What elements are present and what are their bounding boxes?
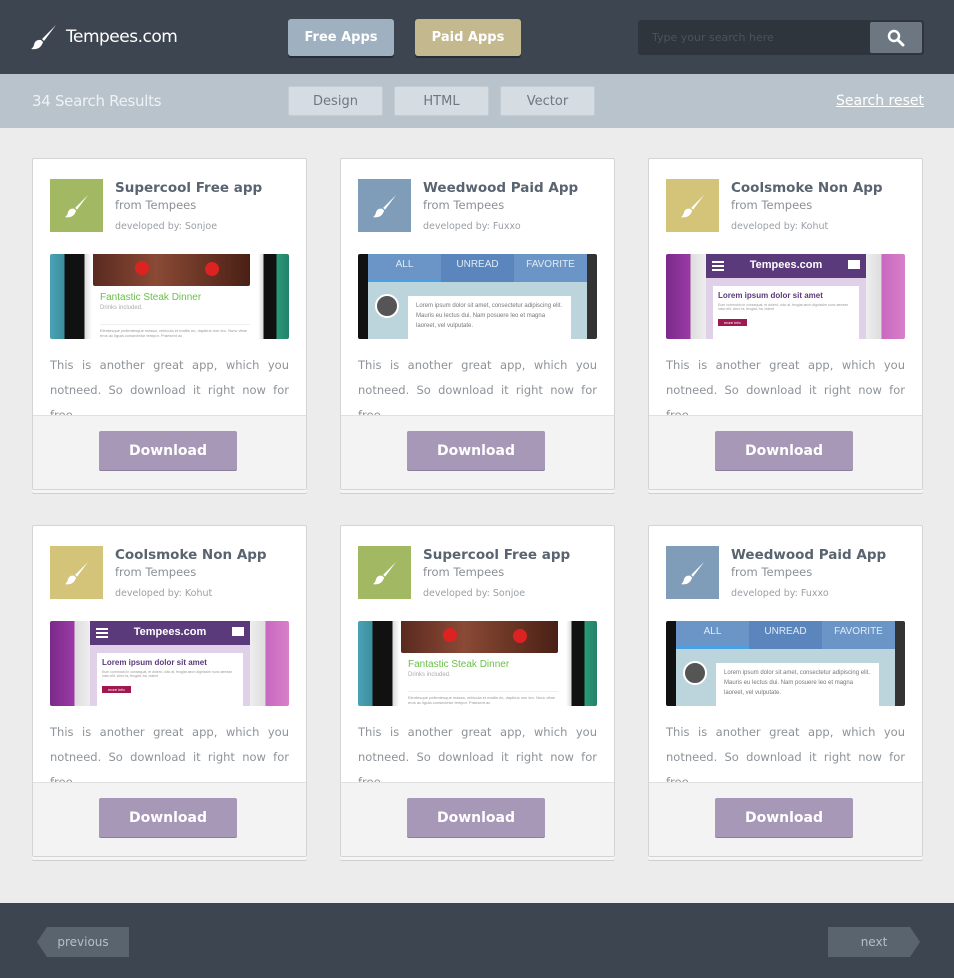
app-title[interactable]: Coolsmoke Non App xyxy=(115,547,267,563)
download-button[interactable]: Download xyxy=(99,798,237,837)
mock-tab-unread: UNREAD xyxy=(441,254,514,282)
app-developer: developed by: Fuxxo xyxy=(731,588,829,599)
app-publisher: from Tempees xyxy=(423,565,505,579)
app-card: Weedwood Paid App from Tempees developed… xyxy=(648,525,923,857)
logo-text: Tempees.com xyxy=(66,27,178,47)
app-publisher: from Tempees xyxy=(731,198,813,212)
filter-design[interactable]: Design xyxy=(288,86,383,116)
app-screenshot: Fantastic Steak Dinner Drinks included. … xyxy=(358,621,597,706)
mock-body: Eum commodo in consequat, et dolent, odi… xyxy=(718,303,849,311)
paintbrush-icon xyxy=(680,194,704,217)
app-developer: developed by: Sonjoe xyxy=(115,221,218,232)
search-icon xyxy=(887,29,905,46)
app-screenshot: ALL UNREAD FAVORITE Lorem ipsum dolor si… xyxy=(358,254,597,339)
mock-brand: Tempees.com xyxy=(90,621,250,645)
app-title[interactable]: Weedwood Paid App xyxy=(423,180,578,196)
mock-tab-all: ALL xyxy=(368,254,441,282)
mock-heading: Lorem ipsum dolor sit amet xyxy=(102,658,207,667)
app-developer: developed by: Sonjoe xyxy=(423,588,526,599)
search-box xyxy=(638,20,924,55)
mock-button: more info xyxy=(718,319,747,326)
paintbrush-icon xyxy=(372,194,396,217)
filter-html[interactable]: HTML xyxy=(394,86,489,116)
app-icon[interactable] xyxy=(50,179,103,232)
paintbrush-icon xyxy=(31,25,56,50)
app-icon[interactable] xyxy=(50,546,103,599)
results-count: 34 Search Results xyxy=(32,92,162,110)
paid-apps-button[interactable]: Paid Apps xyxy=(415,19,521,56)
app-screenshot: Tempees.com Lorem ipsum dolor sit amet Eu… xyxy=(666,254,905,339)
results-bar: 34 Search Results Design HTML Vector Sea… xyxy=(0,74,954,128)
card-footer: Download xyxy=(649,415,922,489)
mock-tab-all: ALL xyxy=(676,621,749,649)
pagination-bar: previous next xyxy=(0,903,954,978)
app-title[interactable]: Coolsmoke Non App xyxy=(731,180,883,196)
search-reset-link[interactable]: Search reset xyxy=(836,93,924,109)
app-publisher: from Tempees xyxy=(115,198,197,212)
app-publisher: from Tempees xyxy=(115,565,197,579)
logo[interactable]: Tempees.com xyxy=(30,24,178,50)
paintbrush-icon xyxy=(64,194,88,217)
previous-button[interactable]: previous xyxy=(37,927,129,957)
card-footer: Download xyxy=(33,782,306,856)
mock-tab-unread: UNREAD xyxy=(749,621,822,649)
mock-body: Elentesque pellentesque massa, vehicula … xyxy=(408,691,558,705)
mock-body: Lorem ipsum dolor sit amet, consectetur … xyxy=(408,296,571,339)
app-screenshot: Fantastic Steak Dinner Drinks included. … xyxy=(50,254,289,339)
mock-button: more info xyxy=(102,686,131,693)
app-title[interactable]: Supercool Free app xyxy=(115,180,262,196)
top-bar: Tempees.com Free Apps Paid Apps xyxy=(0,0,954,74)
paintbrush-icon xyxy=(64,561,88,584)
download-button[interactable]: Download xyxy=(715,798,853,837)
app-title[interactable]: Weedwood Paid App xyxy=(731,547,886,563)
app-developer: developed by: Kohut xyxy=(731,221,829,232)
paintbrush-icon xyxy=(680,561,704,584)
app-screenshot: Tempees.com Lorem ipsum dolor sit amet Eu… xyxy=(50,621,289,706)
app-screenshot: ALL UNREAD FAVORITE Lorem ipsum dolor si… xyxy=(666,621,905,706)
mock-subtitle: Drinks included. xyxy=(100,305,143,311)
card-footer: Download xyxy=(341,782,614,856)
mock-tab-favorite: FAVORITE xyxy=(526,259,575,270)
mock-title: Fantastic Steak Dinner xyxy=(100,292,202,303)
card-footer: Download xyxy=(341,415,614,489)
download-button[interactable]: Download xyxy=(99,431,237,470)
app-publisher: from Tempees xyxy=(423,198,505,212)
app-card: Coolsmoke Non App from Tempees developed… xyxy=(648,158,923,490)
download-button[interactable]: Download xyxy=(407,798,545,837)
search-button[interactable] xyxy=(870,22,922,53)
mock-tab-favorite: FAVORITE xyxy=(834,626,883,637)
download-button[interactable]: Download xyxy=(715,431,853,470)
app-card: Supercool Free app from Tempees develope… xyxy=(340,525,615,857)
app-icon[interactable] xyxy=(358,546,411,599)
mock-body: Eum commodo in consequat, et dolent, odi… xyxy=(102,670,233,678)
app-card: Weedwood Paid App from Tempees developed… xyxy=(340,158,615,490)
mock-title: Fantastic Steak Dinner xyxy=(408,659,510,670)
card-footer: Download xyxy=(649,782,922,856)
app-publisher: from Tempees xyxy=(731,565,813,579)
app-title[interactable]: Supercool Free app xyxy=(423,547,570,563)
next-button[interactable]: next xyxy=(828,927,920,957)
card-footer: Download xyxy=(33,415,306,489)
mock-subtitle: Drinks included. xyxy=(408,672,451,678)
free-apps-button[interactable]: Free Apps xyxy=(288,19,394,56)
mock-body: Lorem ipsum dolor sit amet, consectetur … xyxy=(716,663,879,706)
download-button[interactable]: Download xyxy=(407,431,545,470)
app-icon[interactable] xyxy=(666,546,719,599)
app-icon[interactable] xyxy=(666,179,719,232)
app-developer: developed by: Fuxxo xyxy=(423,221,521,232)
filter-vector[interactable]: Vector xyxy=(500,86,595,116)
mock-brand: Tempees.com xyxy=(706,254,866,278)
app-card: Supercool Free app from Tempees develope… xyxy=(32,158,307,490)
paintbrush-icon xyxy=(372,561,396,584)
mock-body: Elentesque pellentesque massa, vehicula … xyxy=(100,324,250,338)
app-developer: developed by: Kohut xyxy=(115,588,213,599)
app-icon[interactable] xyxy=(358,179,411,232)
app-card: Coolsmoke Non App from Tempees developed… xyxy=(32,525,307,857)
search-input[interactable] xyxy=(638,20,870,55)
mock-heading: Lorem ipsum dolor sit amet xyxy=(718,291,823,300)
